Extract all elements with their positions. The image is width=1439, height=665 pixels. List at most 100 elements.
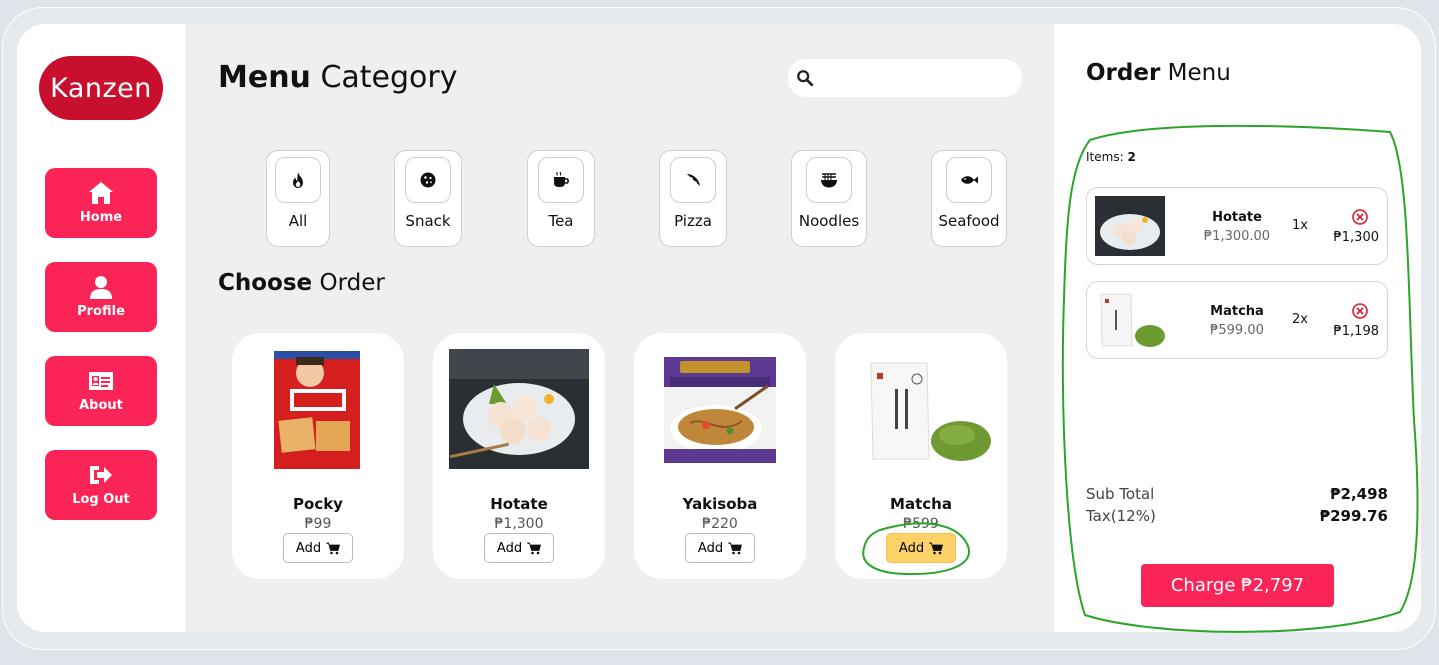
order-title-bold: Order bbox=[1086, 60, 1161, 86]
page-title: Menu Category bbox=[218, 60, 458, 95]
order-item-name: Matcha bbox=[1210, 304, 1264, 319]
sidebar: Kanzen Home Profile About Log Out bbox=[17, 24, 185, 632]
section-title-rest: Order bbox=[312, 270, 385, 296]
nav-logout-button[interactable]: Log Out bbox=[45, 450, 157, 520]
order-item-unit-price: ₱1,300.00 bbox=[1203, 229, 1271, 244]
items-count-value: 2 bbox=[1127, 150, 1136, 164]
items-count-label: Items: bbox=[1086, 150, 1128, 164]
product-card-pocky[interactable]: Pocky ₱99 Add bbox=[232, 333, 404, 579]
order-item-qty: 2x bbox=[1292, 312, 1308, 327]
logo[interactable]: Kanzen bbox=[39, 56, 163, 120]
product-name: Matcha bbox=[890, 495, 952, 513]
page-title-rest: Category bbox=[310, 60, 458, 95]
add-label: Add bbox=[697, 540, 724, 556]
add-label: Add bbox=[898, 540, 925, 556]
order-item-matcha[interactable]: Matcha ₱599.00 2x ₱1,198 bbox=[1086, 281, 1388, 359]
cart-icon bbox=[929, 542, 944, 554]
mug-icon bbox=[554, 171, 569, 187]
category-icon-box bbox=[275, 157, 321, 203]
fire-icon bbox=[293, 172, 303, 188]
nav-profile-button[interactable]: Profile bbox=[45, 262, 157, 332]
nav-profile-label: Profile bbox=[77, 304, 125, 319]
category-all[interactable]: All bbox=[266, 150, 330, 247]
fish-icon bbox=[961, 176, 978, 184]
order-item-hotate[interactable]: Hotate ₱1,300.00 1x ₱1,300 bbox=[1086, 187, 1388, 265]
add-to-cart-button[interactable]: Add bbox=[685, 533, 755, 563]
section-title-bold: Choose bbox=[218, 270, 313, 296]
nav-home-button[interactable]: Home bbox=[45, 168, 157, 238]
subtotal-label: Sub Total bbox=[1086, 485, 1155, 503]
nav-about-label: About bbox=[79, 398, 123, 413]
product-image-hotate bbox=[449, 349, 589, 469]
cart-icon bbox=[728, 542, 743, 554]
remove-icon[interactable] bbox=[1351, 302, 1369, 320]
product-card-yakisoba[interactable]: Yakisoba ₱220 Add bbox=[634, 333, 806, 579]
home-icon bbox=[89, 182, 113, 204]
category-label: Seafood bbox=[938, 212, 1000, 230]
order-title: Order Menu bbox=[1086, 60, 1231, 86]
subtotal-value: ₱2,498 bbox=[1330, 485, 1388, 503]
items-count: Items: 2 bbox=[1086, 150, 1136, 164]
product-image-yakisoba bbox=[664, 357, 776, 463]
category-tea[interactable]: Tea bbox=[527, 150, 595, 247]
tax-row: Tax(12%) ₱299.76 bbox=[1086, 507, 1388, 525]
nav-home-label: Home bbox=[79, 210, 123, 225]
section-title: Choose Order bbox=[218, 270, 385, 296]
product-name: Hotate bbox=[490, 495, 548, 513]
search-input[interactable] bbox=[820, 70, 1010, 86]
category-icon-box bbox=[670, 157, 716, 203]
add-to-cart-button[interactable]: Add bbox=[283, 533, 353, 563]
add-label: Add bbox=[496, 540, 523, 556]
order-panel: Order Menu Items: 2 Hotate ₱1,300.00 1x … bbox=[1054, 24, 1421, 632]
order-item-name: Hotate bbox=[1212, 210, 1262, 225]
remove-icon[interactable] bbox=[1351, 208, 1369, 226]
pizza-icon bbox=[687, 174, 700, 186]
category-label: All bbox=[288, 212, 308, 230]
charge-button[interactable]: Charge ₱2,797 bbox=[1141, 564, 1334, 607]
cookie-icon bbox=[420, 172, 436, 188]
order-item-total: ₱1,300 bbox=[1333, 230, 1380, 245]
user-icon bbox=[90, 276, 112, 299]
product-name: Yakisoba bbox=[682, 495, 758, 513]
category-icon-box bbox=[946, 157, 992, 203]
noodle-bowl-icon bbox=[821, 173, 837, 188]
product-price: ₱1,300 bbox=[494, 516, 544, 532]
main-panel: Menu Category All Snack Tea Pizza Noodle… bbox=[185, 24, 1054, 632]
tax-value: ₱299.76 bbox=[1319, 507, 1388, 525]
category-label: Snack bbox=[405, 212, 451, 230]
category-snack[interactable]: Snack bbox=[394, 150, 462, 247]
product-card-hotate[interactable]: Hotate ₱1,300 Add bbox=[433, 333, 605, 579]
product-price: ₱220 bbox=[702, 516, 738, 532]
cart-icon bbox=[326, 542, 341, 554]
category-noodles[interactable]: Noodles bbox=[791, 150, 867, 247]
nav-logout-label: Log Out bbox=[72, 492, 130, 507]
tax-label: Tax(12%) bbox=[1086, 507, 1156, 525]
product-image-pocky bbox=[274, 351, 360, 469]
order-item-image bbox=[1095, 290, 1165, 350]
category-label: Tea bbox=[548, 212, 574, 230]
order-item-total: ₱1,198 bbox=[1333, 324, 1380, 339]
order-title-rest: Menu bbox=[1160, 60, 1231, 86]
search-box[interactable] bbox=[788, 59, 1022, 97]
add-label: Add bbox=[295, 540, 322, 556]
add-to-cart-button[interactable]: Add bbox=[484, 533, 554, 563]
order-item-image bbox=[1095, 196, 1165, 256]
cart-icon bbox=[527, 542, 542, 554]
add-to-cart-button[interactable]: Add bbox=[886, 533, 956, 563]
search-icon bbox=[797, 70, 814, 87]
subtotal-row: Sub Total ₱2,498 bbox=[1086, 485, 1388, 503]
category-icon-box bbox=[806, 157, 852, 203]
product-name: Pocky bbox=[293, 495, 343, 513]
category-label: Pizza bbox=[674, 212, 712, 230]
nav-about-button[interactable]: About bbox=[45, 356, 157, 426]
product-card-matcha[interactable]: Matcha ₱599 Add bbox=[835, 333, 1007, 579]
category-icon-box bbox=[538, 157, 584, 203]
category-pizza[interactable]: Pizza bbox=[659, 150, 727, 247]
category-label: Noodles bbox=[798, 212, 860, 230]
page-title-bold: Menu bbox=[218, 60, 311, 95]
pos-app: Kanzen Home Profile About Log Out Menu C… bbox=[17, 24, 1421, 632]
category-seafood[interactable]: Seafood bbox=[931, 150, 1007, 247]
order-item-qty: 1x bbox=[1292, 218, 1308, 233]
product-image-matcha bbox=[870, 362, 991, 461]
id-card-icon bbox=[89, 372, 113, 390]
